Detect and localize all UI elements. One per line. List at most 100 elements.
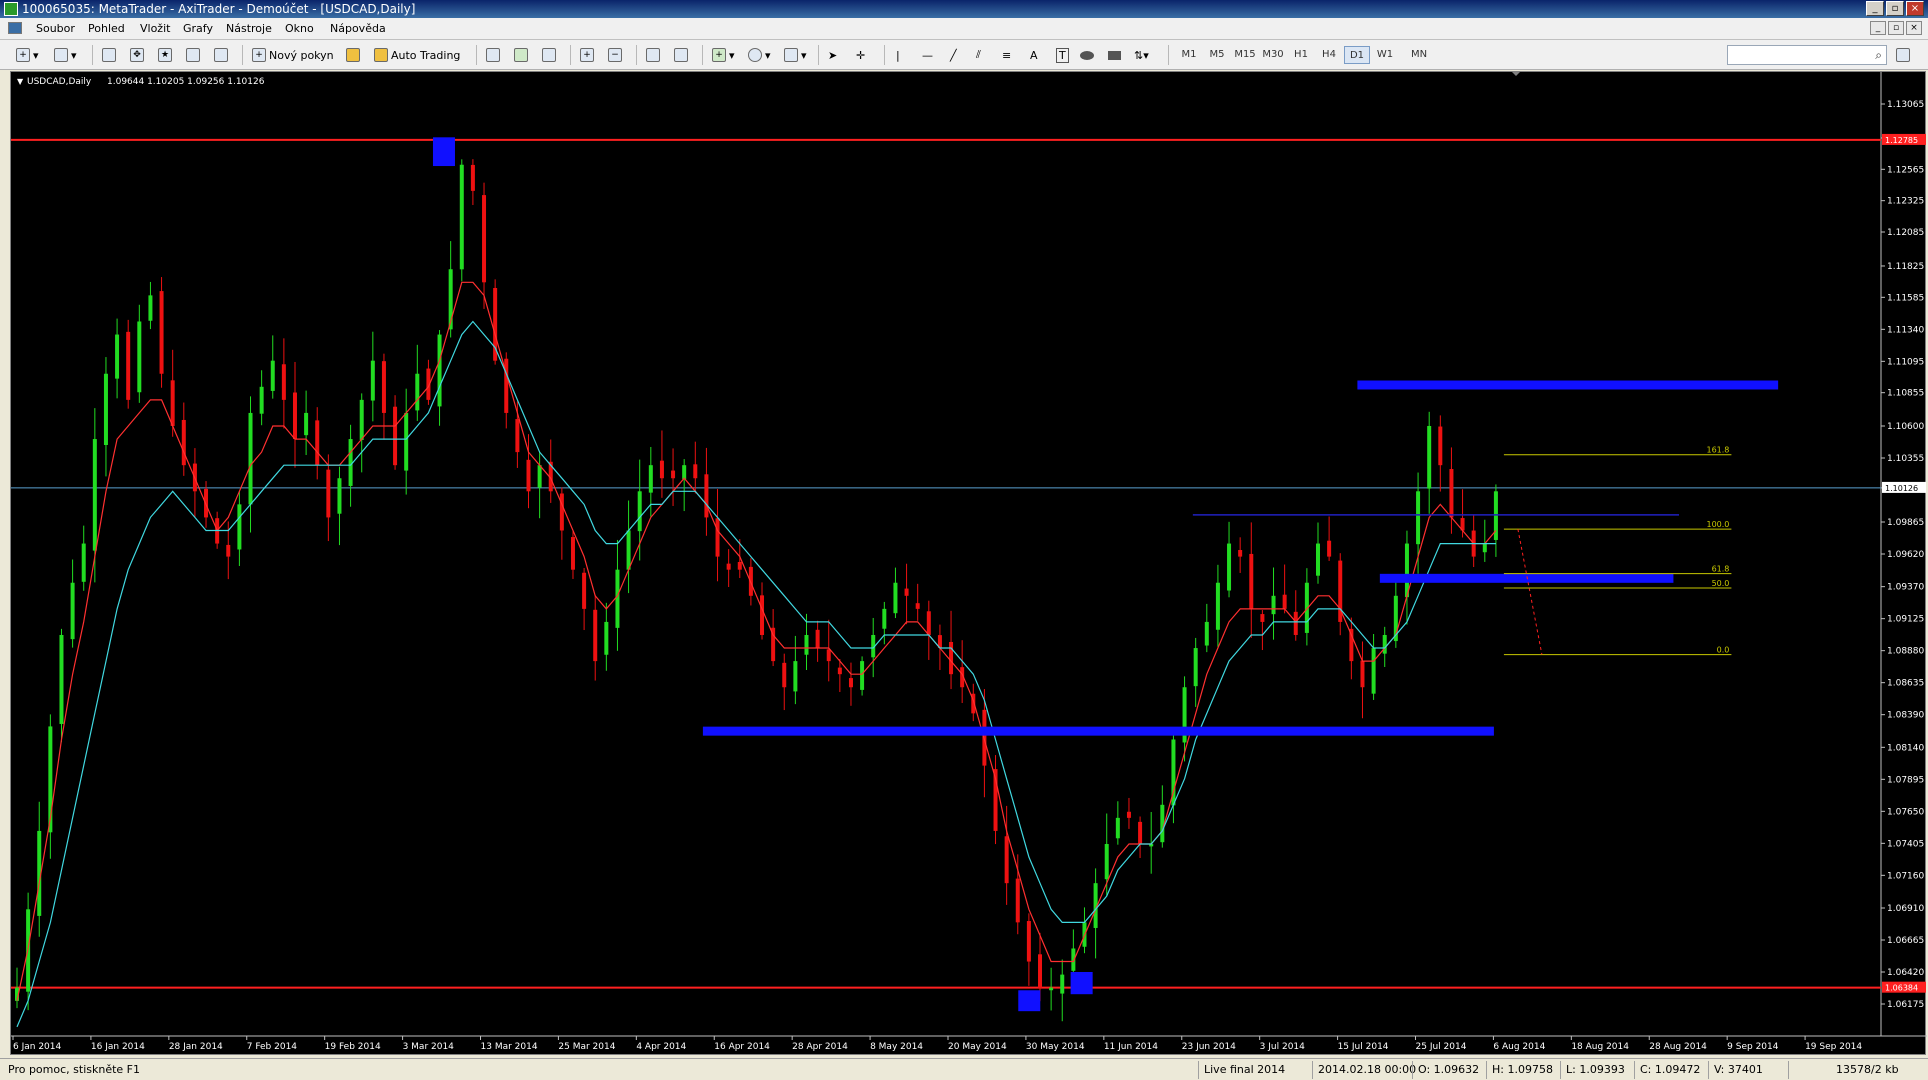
support-resistance-zone (1357, 380, 1779, 390)
fibonacci-level-label: 161.8 (1706, 446, 1729, 455)
date-tick-label: 9 Sep 2014 (1727, 1042, 1779, 1052)
price-tick-label: 1.11825 (1887, 262, 1924, 272)
close-button[interactable]: × (1906, 1, 1924, 16)
star-icon: ★ (158, 48, 172, 62)
ellipse-tool[interactable] (1080, 46, 1094, 64)
navigator-button[interactable]: ★ (158, 46, 175, 64)
menu-vlozit[interactable]: Vložit (140, 22, 170, 35)
terminal-button[interactable] (186, 46, 203, 64)
bearish-candle (482, 195, 487, 283)
bullish-candle (1416, 491, 1421, 545)
document-icon[interactable] (8, 22, 22, 34)
tester-button[interactable] (214, 46, 231, 64)
maximize-button[interactable]: ▫ (1886, 1, 1904, 16)
timeframe-w1[interactable]: W1 (1372, 46, 1398, 64)
templates-button[interactable]: ▾ (784, 46, 807, 64)
menu-nastroje[interactable]: Nástroje (226, 22, 272, 35)
timeframe-m1[interactable]: M1 (1176, 46, 1202, 64)
menu-okno[interactable]: Okno (285, 22, 314, 35)
price-chart[interactable]: 1.130651.128051.125651.123251.120851.118… (11, 72, 1927, 1056)
bearish-candle (704, 474, 709, 518)
search-input[interactable]: ⌕ (1727, 45, 1887, 65)
date-tick-label: 8 May 2014 (870, 1042, 923, 1052)
date-tick-label: 23 Jun 2014 (1182, 1042, 1236, 1052)
bearish-candle (949, 641, 954, 675)
price-tick-label: 1.07405 (1887, 839, 1924, 849)
new-chart-button[interactable]: + ▾ (16, 46, 39, 64)
bearish-candle (226, 544, 231, 557)
market-watch-button[interactable] (102, 46, 119, 64)
bullish-candle (1371, 648, 1376, 694)
date-tick-label: 13 Mar 2014 (481, 1042, 538, 1052)
menu-napoveda[interactable]: Nápověda (330, 22, 386, 35)
text-icon: A (1030, 48, 1038, 62)
bar-chart-button[interactable] (486, 46, 503, 64)
bullish-candle (337, 478, 342, 514)
community-button[interactable] (1896, 46, 1913, 64)
profiles-button[interactable]: ▾ (54, 46, 77, 64)
zoom-in-button[interactable]: + (580, 46, 597, 64)
zoom-out-button[interactable]: − (608, 46, 625, 64)
text-tool[interactable]: A (1030, 46, 1038, 64)
auto-trading-button[interactable]: Auto Trading (374, 46, 460, 64)
vertical-line-tool[interactable]: | (896, 46, 900, 64)
bullish-candle (1215, 582, 1220, 630)
bearish-candle (281, 364, 286, 400)
chart-shift-button[interactable] (674, 46, 691, 64)
line-chart-button[interactable] (542, 46, 559, 64)
price-tick-label: 1.09865 (1887, 518, 1924, 528)
child-restore-button[interactable]: ▫ (1888, 21, 1904, 35)
bearish-candle (815, 629, 820, 649)
date-tick-label: 6 Jan 2014 (13, 1042, 61, 1052)
horizontal-line-tool[interactable]: — (922, 46, 933, 64)
bearish-candle (181, 419, 186, 466)
timeframe-h1[interactable]: H1 (1288, 46, 1314, 64)
arrows-tool[interactable]: ⇅ ▾ (1134, 46, 1149, 64)
data-window-button[interactable]: ✥ (130, 46, 147, 64)
child-close-button[interactable]: × (1906, 21, 1922, 35)
fibonacci-level-label: 100.0 (1706, 520, 1729, 529)
price-tick-label: 1.10600 (1887, 422, 1924, 432)
arrows-icon: ⇅ (1134, 48, 1144, 62)
child-minimize-button[interactable]: _ (1870, 21, 1886, 35)
fibonacci-tool[interactable]: ≡ (1002, 46, 1011, 64)
metaeditor-button[interactable] (346, 46, 363, 64)
bearish-candle (1327, 540, 1332, 557)
channel-tool[interactable]: ⫽ (976, 46, 981, 64)
timeframe-d1[interactable]: D1 (1344, 46, 1370, 64)
rectangle-tool[interactable] (1108, 46, 1121, 64)
fibonacci-icon: ≡ (1002, 48, 1012, 62)
menu-grafy[interactable]: Grafy (183, 22, 213, 35)
vertical-line-icon: | (896, 48, 900, 62)
bearish-candle (159, 291, 164, 374)
bullish-candle (793, 661, 798, 692)
periods-button[interactable]: ▾ (748, 46, 771, 64)
bearish-candle (170, 380, 175, 426)
new-order-button[interactable]: + Nový pokyn (252, 46, 334, 64)
status-help: Pro pomoc, stiskněte F1 (8, 1063, 140, 1076)
text-label-tool[interactable]: T (1056, 46, 1069, 64)
timeframe-h4[interactable]: H4 (1316, 46, 1342, 64)
date-tick-label: 25 Jul 2014 (1416, 1042, 1467, 1052)
minimize-button[interactable]: _ (1866, 1, 1884, 16)
trendline-tool[interactable]: ╱ (950, 46, 957, 64)
auto-scroll-button[interactable] (646, 46, 663, 64)
candlestick-button[interactable] (514, 46, 531, 64)
crosshair-tool[interactable]: ✛ (856, 46, 865, 64)
cursor-tool[interactable]: ➤ (828, 46, 837, 64)
search-icon[interactable]: ⌕ (1875, 48, 1882, 63)
menu-pohled[interactable]: Pohled (88, 22, 125, 35)
fast-moving-average (16, 281, 1497, 1001)
bearish-candle (782, 662, 787, 688)
bullish-candle (259, 386, 264, 414)
indicators-button[interactable]: + ▾ (712, 46, 735, 64)
timeframe-m15[interactable]: M15 (1232, 46, 1258, 64)
timeframe-m5[interactable]: M5 (1204, 46, 1230, 64)
timeframe-m30[interactable]: M30 (1260, 46, 1286, 64)
chart-symbol: USDCAD,Daily (27, 77, 92, 87)
bearish-candle (1138, 821, 1143, 844)
menu-soubor[interactable]: Soubor (36, 22, 75, 35)
bearish-candle (315, 420, 320, 466)
chart-window[interactable]: 1.130651.128051.125651.123251.120851.118… (10, 71, 1927, 1056)
timeframe-mn[interactable]: MN (1406, 46, 1432, 64)
